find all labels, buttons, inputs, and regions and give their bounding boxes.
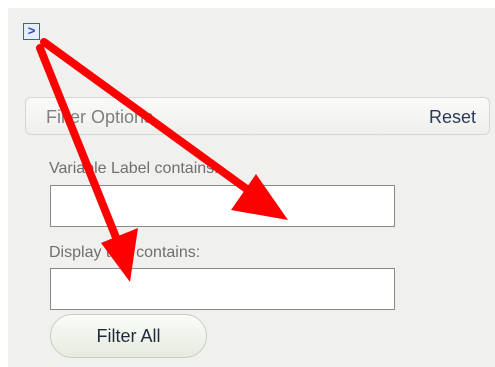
display-text-caption: Display text contains: <box>49 244 201 261</box>
display-text-input[interactable] <box>50 268 395 310</box>
reset-link[interactable]: Reset <box>429 107 476 128</box>
expand-sidebar-button[interactable]: > <box>23 23 40 40</box>
filter-options-header: Filter Options Reset <box>25 97 490 135</box>
filter-all-button[interactable]: Filter All <box>50 314 207 358</box>
filter-options-title: Filter Options <box>46 107 154 127</box>
variable-label-caption: Variable Label contains: <box>49 160 219 177</box>
variable-label-input[interactable] <box>50 185 395 227</box>
